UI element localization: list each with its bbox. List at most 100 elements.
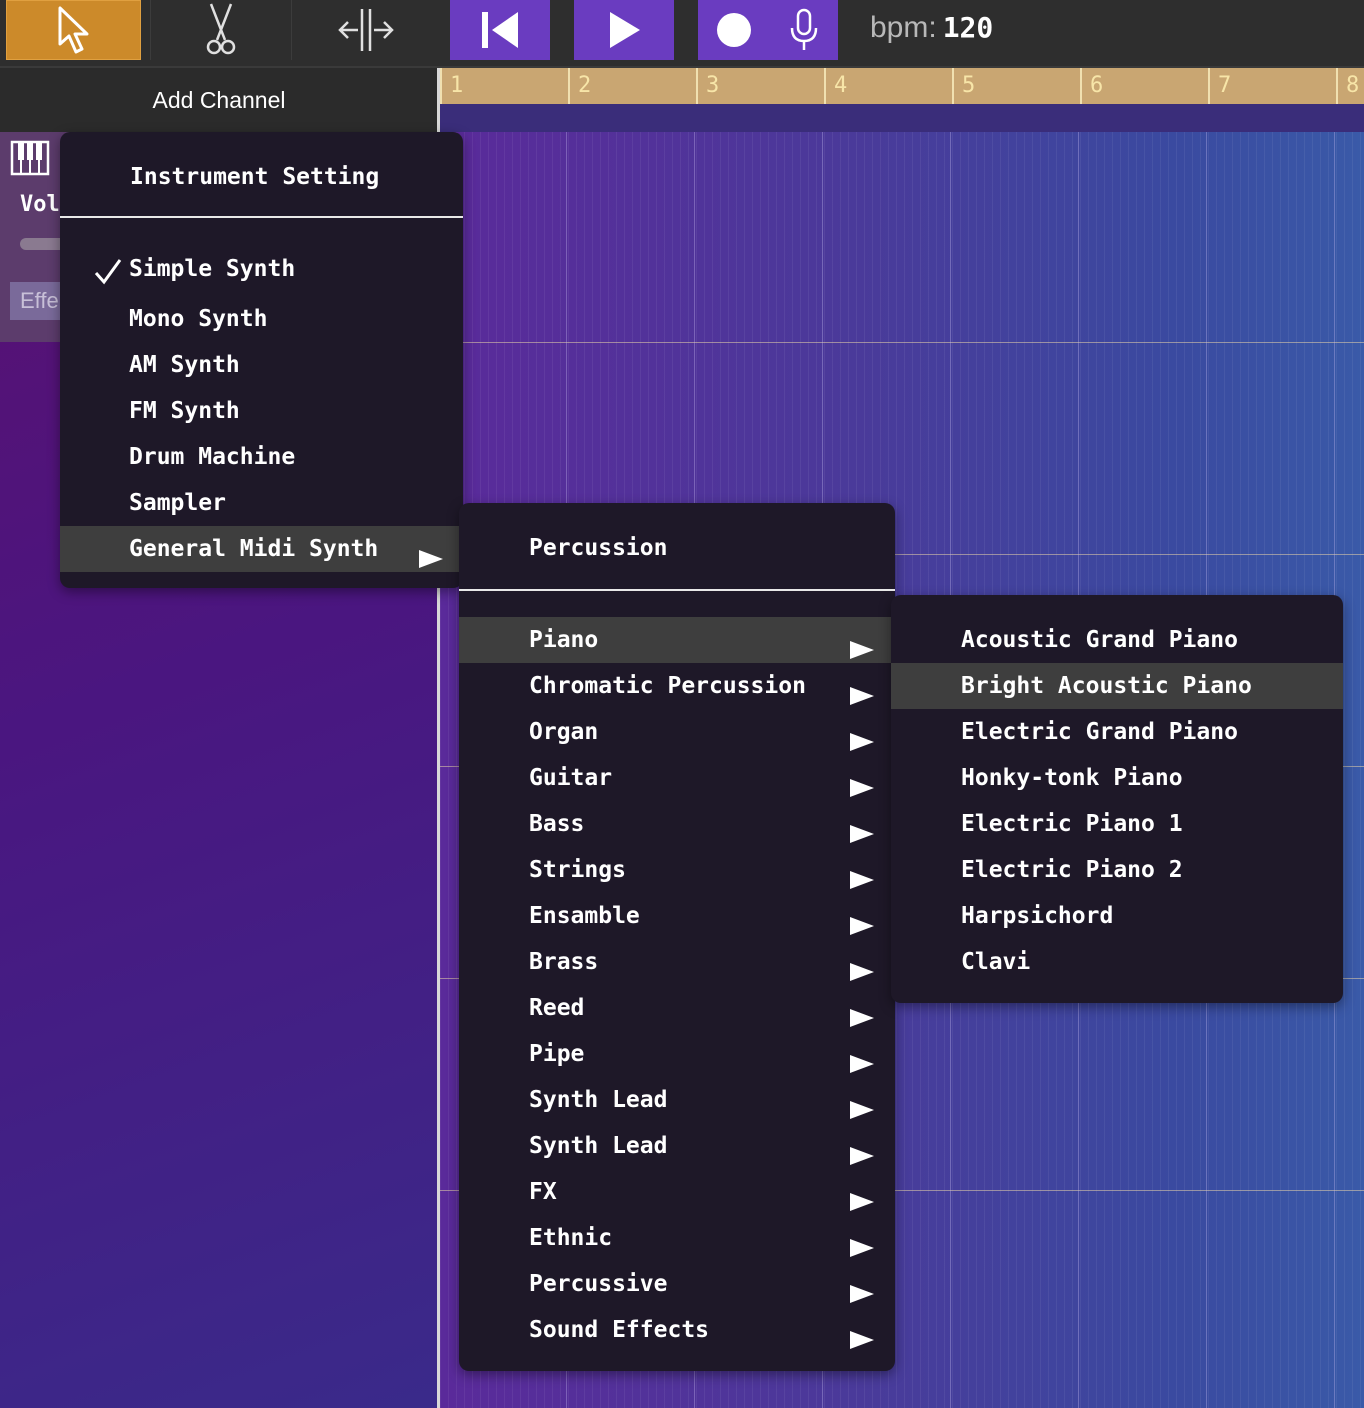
gm-category-label: Brass	[529, 949, 599, 975]
instrument-option[interactable]: Sampler	[60, 480, 460, 526]
gm-category-label: Pipe	[529, 1041, 585, 1067]
split-tool-button[interactable]	[296, 0, 436, 60]
piano-instrument-label: Electric Grand Piano	[961, 719, 1238, 745]
measure-marker[interactable]: 2	[568, 68, 706, 104]
measure-marker[interactable]: 6	[1080, 68, 1218, 104]
gm-category-item[interactable]: Strings	[459, 847, 891, 893]
pointer-icon	[54, 4, 94, 56]
percussion-item[interactable]: Percussion	[529, 525, 667, 571]
general-midi-menu: Percussion Piano Chromatic Percussion Orga…	[459, 503, 895, 1371]
instrument-option[interactable]: Drum Machine	[60, 434, 460, 480]
gm-category-label: Guitar	[529, 765, 613, 791]
instrument-option-label: Sampler	[129, 490, 226, 516]
instrument-option[interactable]: AM Synth	[60, 342, 460, 388]
piano-instrument-item[interactable]: Harpsichord	[891, 893, 1343, 939]
gm-category-label: FX	[529, 1179, 557, 1205]
piano-instrument-label: Bright Acoustic Piano	[961, 673, 1252, 699]
measure-marker[interactable]: 1	[440, 68, 578, 104]
instrument-option-label: Simple Synth	[129, 256, 296, 282]
select-tool-button[interactable]	[6, 0, 141, 60]
gm-category-item[interactable]: Organ	[459, 709, 891, 755]
gm-category-item[interactable]: Sound Effects	[459, 1307, 891, 1353]
microphone-icon[interactable]	[787, 8, 821, 52]
gm-category-label: Percussive	[529, 1271, 668, 1297]
piano-instrument-item[interactable]: Acoustic Grand Piano	[891, 617, 1343, 663]
instrument-option[interactable]: General Midi Synth	[60, 526, 460, 572]
piano-instrument-item[interactable]: Electric Piano 2	[891, 847, 1343, 893]
bpm-label: bpm:	[870, 11, 937, 44]
gm-category-label: Ensamble	[529, 903, 640, 929]
rewind-button[interactable]	[450, 0, 550, 60]
gm-category-label: Bass	[529, 811, 585, 837]
skip-back-icon	[480, 10, 520, 50]
play-button[interactable]	[574, 0, 674, 60]
toolbar: bpm: 120	[0, 0, 1364, 68]
piano-instrument-item[interactable]: Bright Acoustic Piano	[891, 663, 1343, 709]
gm-category-label: Reed	[529, 995, 585, 1021]
piano-instrument-label: Honky-tonk Piano	[961, 765, 1183, 791]
instrument-option-label: General Midi Synth	[129, 536, 379, 562]
gm-category-item[interactable]: Ensamble	[459, 893, 891, 939]
play-icon	[606, 10, 642, 50]
grid-row-line	[440, 342, 1364, 343]
measure-marker[interactable]: 4	[824, 68, 962, 104]
piano-instrument-label: Harpsichord	[961, 903, 1114, 929]
gm-category-item[interactable]: Percussive	[459, 1261, 891, 1307]
piano-instrument-item[interactable]: Honky-tonk Piano	[891, 755, 1343, 801]
gm-category-item[interactable]: Pipe	[459, 1031, 891, 1077]
instrument-option-label: Drum Machine	[129, 444, 296, 470]
piano-icon[interactable]	[10, 140, 50, 181]
piano-instrument-item[interactable]: Electric Piano 1	[891, 801, 1343, 847]
gm-category-item[interactable]: Ethnic	[459, 1215, 891, 1261]
instrument-setting-title: Instrument Setting	[130, 164, 380, 190]
add-channel-button[interactable]: Add Channel	[0, 68, 438, 132]
piano-instrument-label: Electric Piano 2	[961, 857, 1183, 883]
instrument-option-label: FM Synth	[129, 398, 240, 424]
split-icon	[338, 5, 394, 55]
submenu-arrow-icon	[418, 539, 444, 585]
instrument-option[interactable]: Mono Synth	[60, 296, 460, 342]
menu-separator	[459, 589, 895, 591]
piano-instrument-item[interactable]: Clavi	[891, 939, 1343, 985]
record-icon	[715, 11, 753, 49]
measure-marker[interactable]: 7	[1208, 68, 1346, 104]
volume-label: Vol	[20, 192, 60, 217]
gm-category-label: Synth Lead	[529, 1133, 668, 1159]
gm-category-label: Chromatic Percussion	[529, 673, 806, 699]
gm-category-label: Piano	[529, 627, 599, 653]
gm-category-label: Synth Lead	[529, 1087, 668, 1113]
instrument-option-label: Mono Synth	[129, 306, 268, 332]
ruler-strip	[440, 104, 1364, 132]
instrument-option-label: AM Synth	[129, 352, 240, 378]
record-button[interactable]	[698, 0, 838, 60]
measure-marker[interactable]: 8	[1336, 68, 1364, 104]
gm-category-item[interactable]: Guitar	[459, 755, 891, 801]
measure-marker[interactable]: 3	[696, 68, 834, 104]
instrument-option[interactable]: FM Synth	[60, 388, 460, 434]
piano-instrument-label: Acoustic Grand Piano	[961, 627, 1238, 653]
gm-category-item[interactable]: FX	[459, 1169, 891, 1215]
gm-category-label: Sound Effects	[529, 1317, 710, 1343]
gm-category-item[interactable]: Bass	[459, 801, 891, 847]
gm-category-item[interactable]: Chromatic Percussion	[459, 663, 891, 709]
gm-category-item[interactable]: Synth Lead	[459, 1077, 891, 1123]
bpm-display: bpm: 120	[870, 8, 993, 48]
scissors-icon	[201, 2, 241, 58]
instrument-setting-menu: Instrument Setting Simple Synth Mono Synt…	[60, 132, 463, 588]
piano-instrument-item[interactable]: Electric Grand Piano	[891, 709, 1343, 755]
measure-ruler[interactable]: 12345678	[440, 68, 1364, 104]
gm-category-item[interactable]: Reed	[459, 985, 891, 1031]
gm-category-item[interactable]: Synth Lead	[459, 1123, 891, 1169]
bpm-value[interactable]: 120	[943, 11, 994, 44]
gm-category-label: Organ	[529, 719, 599, 745]
cut-tool-button[interactable]	[150, 0, 292, 60]
instrument-option[interactable]: Simple Synth	[60, 246, 460, 292]
gm-category-label: Strings	[529, 857, 626, 883]
gm-category-item[interactable]: Brass	[459, 939, 891, 985]
piano-instrument-label: Clavi	[961, 949, 1031, 975]
measure-marker[interactable]: 5	[952, 68, 1090, 104]
submenu-arrow-icon	[849, 1320, 875, 1366]
piano-instrument-label: Electric Piano 1	[961, 811, 1183, 837]
gm-category-item[interactable]: Piano	[459, 617, 891, 663]
gm-category-label: Ethnic	[529, 1225, 613, 1251]
